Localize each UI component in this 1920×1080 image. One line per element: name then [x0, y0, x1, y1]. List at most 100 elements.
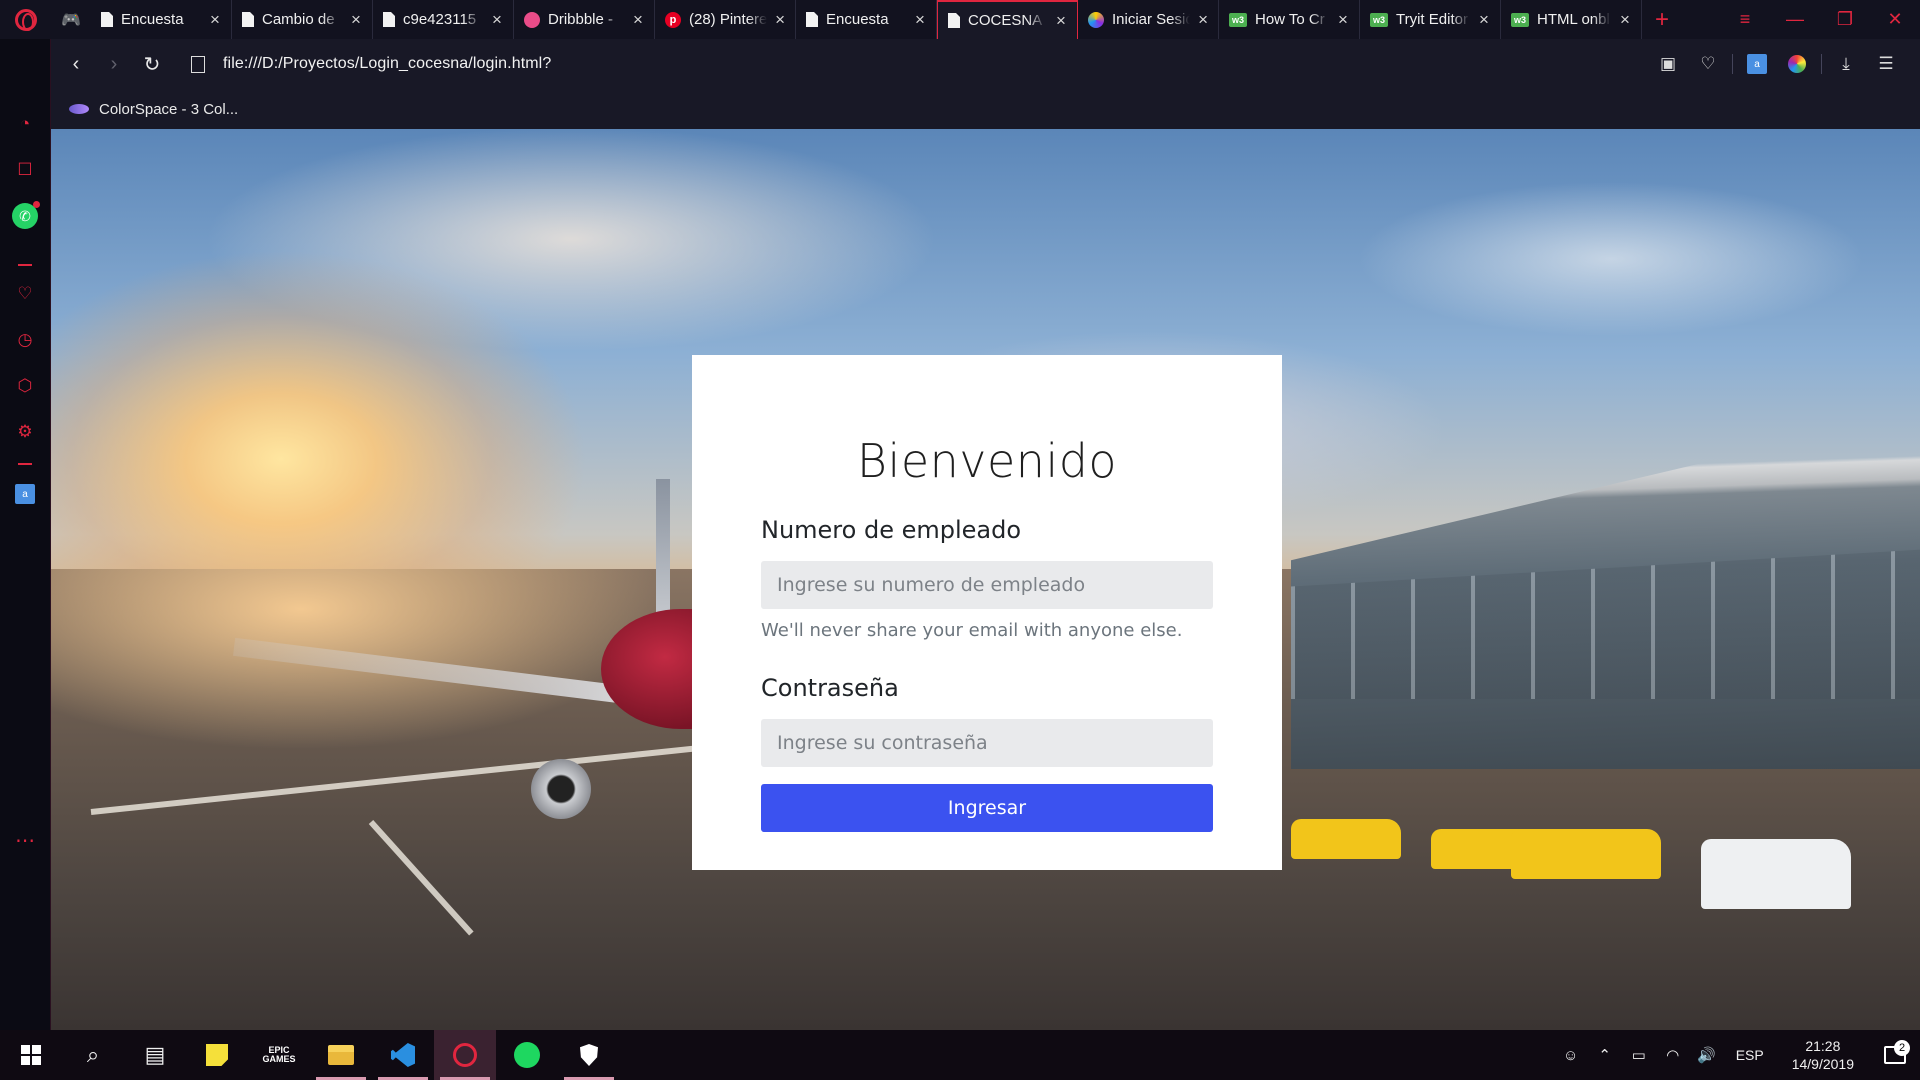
opera-menu-button[interactable]: [0, 0, 51, 39]
color-wheel-icon: [1788, 55, 1806, 73]
close-icon[interactable]: ×: [1196, 10, 1210, 30]
clock-date: 14/9/2019: [1791, 1056, 1854, 1072]
close-icon[interactable]: ×: [1053, 11, 1069, 31]
bookmark-colorspace[interactable]: ColorSpace - 3 Col...: [69, 101, 238, 118]
whatsapp-button[interactable]: ✆: [0, 201, 50, 231]
whatsapp-icon: ✆: [12, 201, 40, 229]
tab-menu-icon[interactable]: ≡: [1720, 0, 1770, 39]
close-icon[interactable]: ×: [630, 10, 646, 30]
taxi: [1291, 819, 1401, 859]
opera-logo-icon: [14, 8, 37, 31]
close-icon[interactable]: ×: [1476, 10, 1492, 30]
translate-icon: a: [15, 484, 35, 504]
opera-icon: [453, 1043, 477, 1067]
box-icon[interactable]: ⬡: [0, 371, 50, 401]
tab-encuesta-2[interactable]: Encuesta ×: [796, 0, 937, 39]
opera-button[interactable]: [434, 1030, 496, 1080]
minimize-button[interactable]: —: [1770, 0, 1820, 39]
tab-bar: 🎮 Encuesta × Cambio de × c9e423115 × Dri…: [0, 0, 1920, 39]
history-icon[interactable]: ◷: [0, 325, 50, 355]
easy-setup-icon[interactable]: ☰: [1866, 54, 1906, 74]
start-button[interactable]: [0, 1030, 62, 1080]
tab-c9e423115[interactable]: c9e423115 ×: [373, 0, 514, 39]
colorspace-icon: [69, 104, 89, 114]
employee-number-input[interactable]: [761, 561, 1213, 609]
login-button[interactable]: Ingresar: [761, 784, 1213, 832]
password-label: Contraseña: [761, 674, 899, 702]
translator-button[interactable]: a: [0, 479, 50, 509]
sticky-notes-button[interactable]: [186, 1030, 248, 1080]
address-bar: ‹ › ↻ file:///D:/Proyectos/Login_cocesna…: [51, 39, 1920, 89]
bookmark-label: ColorSpace - 3 Col...: [99, 100, 239, 118]
tab-cocesna[interactable]: COCESNA ×: [937, 0, 1078, 39]
settings-icon[interactable]: ⚙: [0, 417, 50, 447]
clock-time: 21:28: [1805, 1038, 1841, 1054]
wifi-icon[interactable]: ◠: [1656, 1046, 1690, 1064]
tab-html-onblur[interactable]: w3 HTML onbl ×: [1501, 0, 1642, 39]
forward-button[interactable]: ›: [95, 45, 133, 83]
language-indicator[interactable]: ESP: [1724, 1047, 1776, 1063]
tab-how-to[interactable]: w3 How To Cr ×: [1219, 0, 1360, 39]
download-icon[interactable]: ⤓: [1826, 54, 1866, 74]
document-icon: [242, 12, 254, 27]
tab-pinterest[interactable]: p (28) Pinterest ×: [655, 0, 796, 39]
more-icon[interactable]: ⋯: [0, 825, 50, 855]
close-window-button[interactable]: ✕: [1870, 0, 1920, 39]
password-input[interactable]: [761, 719, 1213, 767]
close-icon[interactable]: ×: [489, 10, 505, 30]
tab-dribbble[interactable]: Dribbble - ×: [514, 0, 655, 39]
close-icon[interactable]: ×: [348, 10, 364, 30]
close-icon[interactable]: ×: [1335, 10, 1351, 30]
people-icon[interactable]: ☺: [1554, 1047, 1588, 1064]
url-field[interactable]: file:///D:/Proyectos/Login_cocesna/login…: [223, 55, 551, 73]
close-icon[interactable]: ×: [912, 10, 928, 30]
document-icon: [806, 12, 818, 27]
tab-cambio[interactable]: Cambio de ×: [232, 0, 373, 39]
spotify-button[interactable]: [496, 1030, 558, 1080]
colorpicker-extension-button[interactable]: [1777, 55, 1817, 73]
back-button[interactable]: ‹: [57, 45, 95, 83]
spotify-icon: [514, 1042, 540, 1068]
file-explorer-button[interactable]: [310, 1030, 372, 1080]
camera-icon[interactable]: ▣: [1648, 54, 1688, 74]
vscode-button[interactable]: [372, 1030, 434, 1080]
bookmark-heart-icon[interactable]: ♡: [1688, 54, 1728, 74]
translate-extension-button[interactable]: a: [1737, 54, 1777, 74]
tab-label: How To Cr: [1255, 11, 1325, 28]
speed-dial-icon[interactable]: ◔: [0, 109, 50, 139]
volume-icon[interactable]: 🔊: [1690, 1046, 1724, 1064]
security-button[interactable]: [558, 1030, 620, 1080]
tab-tryit-editor[interactable]: w3 Tryit Editor ×: [1360, 0, 1501, 39]
tab-label: Iniciar Sesión: [1112, 11, 1191, 28]
epic-games-button[interactable]: EPIC GAMES: [248, 1030, 310, 1080]
dribbble-icon: [524, 11, 540, 28]
task-view-button[interactable]: ▤: [124, 1030, 186, 1080]
toolbar-divider: [1732, 54, 1733, 74]
close-icon[interactable]: ×: [207, 10, 223, 30]
heart-icon[interactable]: ♡: [0, 279, 50, 309]
gx-control-icon[interactable]: 🎮: [51, 0, 91, 39]
vscode-icon: [391, 1043, 415, 1067]
battery-icon[interactable]: ▭: [1622, 1046, 1656, 1064]
search-button[interactable]: ⌕: [62, 1030, 124, 1080]
shield-icon: [580, 1044, 598, 1066]
clock[interactable]: 21:28 14/9/2019: [1776, 1037, 1870, 1073]
search-icon: ⌕: [86, 1042, 100, 1067]
employee-number-label: Numero de empleado: [761, 516, 1022, 544]
new-tab-button[interactable]: +: [1642, 0, 1682, 39]
tab-iniciar-sesion[interactable]: Iniciar Sesión ×: [1078, 0, 1219, 39]
opera-sidebar: ◔ ☐ ✆ ♡ ◷ ⬡ ⚙ a ⋯: [0, 39, 51, 1030]
twitch-icon[interactable]: ☐: [0, 155, 50, 185]
tab-encuesta[interactable]: Encuesta ×: [91, 0, 232, 39]
action-center-button[interactable]: 2: [1870, 1040, 1920, 1064]
tab-label: HTML onbl: [1537, 11, 1610, 28]
chevron-up-icon[interactable]: ⌃: [1588, 1046, 1622, 1064]
restore-button[interactable]: ❐: [1820, 0, 1870, 39]
reload-button[interactable]: ↻: [133, 45, 171, 83]
close-icon[interactable]: ×: [773, 10, 787, 30]
help-text: We'll never share your email with anyone…: [761, 620, 1183, 641]
toolbar-divider: [1821, 54, 1822, 74]
tab-label: Cambio de: [262, 11, 335, 28]
close-icon[interactable]: ×: [1617, 10, 1633, 30]
airplane-tail: [656, 479, 670, 619]
